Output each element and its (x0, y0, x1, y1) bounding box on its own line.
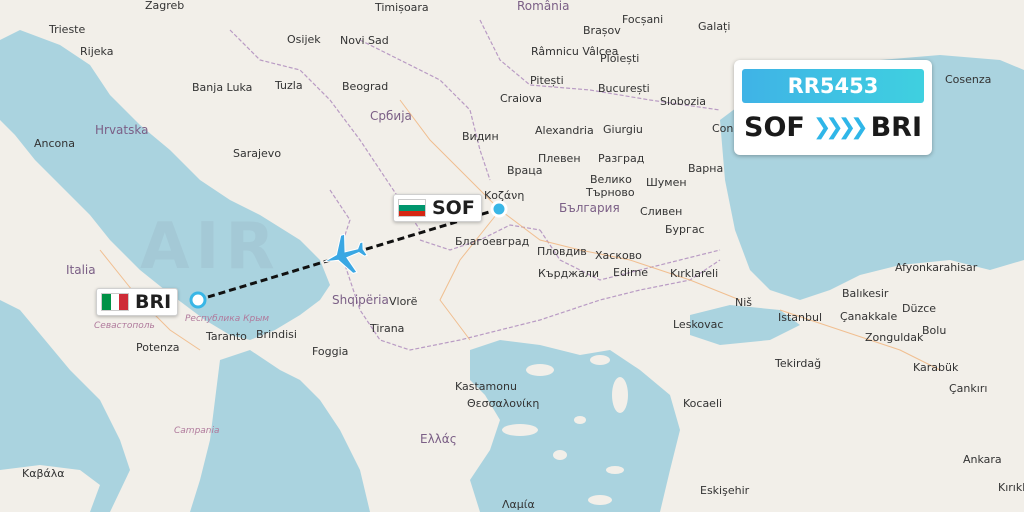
map-label-ploiesti: Ploiești (600, 52, 640, 65)
map-label-puglia: Республика Крым (185, 314, 270, 324)
map-label-craiova: Craiova (500, 92, 542, 105)
map-label-vratsa: Враца (507, 164, 543, 177)
map-label-romania: România (517, 0, 570, 13)
route-summary: SOF ❯❯❯❯ BRI (734, 112, 932, 143)
origin-airport-code: SOF (432, 197, 475, 219)
map-label-giurgiu: Giurgiu (603, 123, 643, 136)
destination-airport-code: BRI (135, 291, 172, 313)
map-label-karabuk: Düzce (902, 302, 937, 315)
map-label-zonguldak: Balıkesir (842, 287, 889, 300)
map-label-campania: Севастополь (94, 321, 155, 331)
flight-map[interactable]: AIR Zagreb Trieste Timișoara Brașov Focș… (0, 0, 1024, 512)
map-label-banja-luka: Banja Luka (192, 81, 253, 94)
map-label-burgas: Бургас (665, 223, 705, 236)
map-label-edirne: Edirne (613, 266, 649, 279)
map-label-potenza: Potenza (136, 341, 180, 354)
map-label-sevastopol: Cosenza (945, 73, 992, 86)
map-label-pitesti: Pitești (530, 74, 564, 87)
map-label-aydin: Eskişehir (700, 484, 750, 497)
map-label-hrvatska: Hrvatska (95, 123, 149, 137)
map-label-focsani: Focșani (622, 13, 664, 26)
bulgaria-flag-icon (398, 199, 426, 217)
map-label-bartin: Afyonkarahisar (895, 261, 978, 274)
map-label-trieste: Trieste (49, 23, 86, 36)
map-label-cankiri: Bolu (922, 324, 947, 337)
map-label-kocaeli: Istanbul (778, 311, 823, 324)
map-label-osijek: Osijek (287, 33, 321, 46)
map-label-galati: Galați (698, 20, 731, 33)
map-label-bursa: Tekirdağ (775, 357, 822, 370)
map-label-volos: Θεσσαλονίκη (467, 397, 540, 410)
map-label-beograd: Beograd (342, 80, 389, 93)
map-label-bulgaria: България (559, 201, 620, 215)
map-label-brasov: Brașov (583, 24, 621, 37)
route-destination: BRI (870, 112, 922, 143)
origin-airport-tag[interactable]: SOF (393, 194, 482, 222)
map-label-novi-sad: Novi Sad (340, 34, 389, 47)
flight-number: RR5453 (742, 69, 924, 103)
map-label-plovdiv: Пловдив (537, 245, 587, 258)
map-label-haskovo: Хасково (595, 249, 642, 262)
map-label-pleven: Плевен (538, 152, 581, 165)
flight-info-card[interactable]: RR5453 SOF ❯❯❯❯ BRI (734, 60, 932, 155)
map-label-istanbul: Niš (735, 296, 753, 309)
map-label-bolu: Zonguldak (865, 331, 924, 344)
map-label-bucuresti: București (598, 82, 650, 95)
map-label-aksaray: Ankara (963, 453, 1002, 466)
watermark: AIR (140, 210, 281, 284)
map-label-blagoevgrad: Благоевград (455, 235, 530, 248)
map-label-calabria: Campania (174, 426, 220, 436)
map-label-shumen: Шумен (646, 176, 687, 189)
map-label-razgrad: Разград (598, 152, 645, 165)
map-label-duzce: Çanakkale (840, 310, 898, 323)
map-label-taranto: Taranto (206, 330, 247, 343)
map-label-kirikkale: Çankırı (949, 382, 988, 395)
map-label-italia: Italia (66, 263, 96, 277)
map-label-veliko: Велико (590, 173, 632, 186)
map-label-zagreb: Zagreb (145, 0, 185, 12)
map-label-athina: Λαμία (502, 498, 535, 511)
map-label-ancona: Ancona (34, 137, 75, 150)
map-label-bitola: Vlorë (389, 295, 418, 308)
map-label-slobozia: Slobozia (660, 95, 707, 108)
italy-flag-icon (101, 293, 129, 311)
map-label-alexandria: Alexandria (535, 124, 594, 137)
map-label-sliven: Сливен (640, 205, 683, 218)
map-label-varna: Варна (688, 162, 724, 175)
destination-airport-marker (189, 291, 207, 309)
map-label-tuzla: Tuzla (275, 79, 303, 92)
map-label-vlore: Foggia (312, 345, 349, 358)
map-label-tarnovo: Търново (586, 186, 635, 199)
map-label-sofia: Κοζάνη (484, 189, 525, 202)
map-label-rijeka: Rijeka (80, 45, 114, 58)
map-label-larisa: Kastamonu (455, 380, 517, 393)
map-label-korce: Tirana (370, 322, 405, 335)
map-label-balikesir: Kocaeli (683, 397, 723, 410)
map-label-kardzhali: Кърджали (538, 267, 599, 280)
map-label-srbija: Србија (370, 109, 412, 123)
origin-airport-marker (490, 200, 508, 218)
map-label-kirklareli: Kırklareli (670, 267, 719, 280)
map-label-tekirdag: Leskovac (673, 318, 724, 331)
direction-arrows-icon: ❯❯❯❯ (812, 115, 869, 140)
map-label-timisoara: Timișoara (375, 1, 429, 14)
map-label-ankara: Karabük (913, 361, 959, 374)
map-label-ellas: Ελλάς (420, 432, 457, 446)
map-label-vidin: Видин (462, 130, 499, 143)
map-label-brindisi: Brindisi (256, 328, 297, 341)
route-origin: SOF (744, 112, 805, 143)
map-label-sarajevo: Sarajevo (233, 147, 282, 160)
map-label-palermo: Καβάλα (22, 467, 65, 480)
map-label-shqiperia: Shqipëria (332, 293, 389, 307)
destination-airport-tag[interactable]: BRI (96, 288, 179, 316)
map-label-nigde: Kırıkkale (998, 481, 1024, 494)
